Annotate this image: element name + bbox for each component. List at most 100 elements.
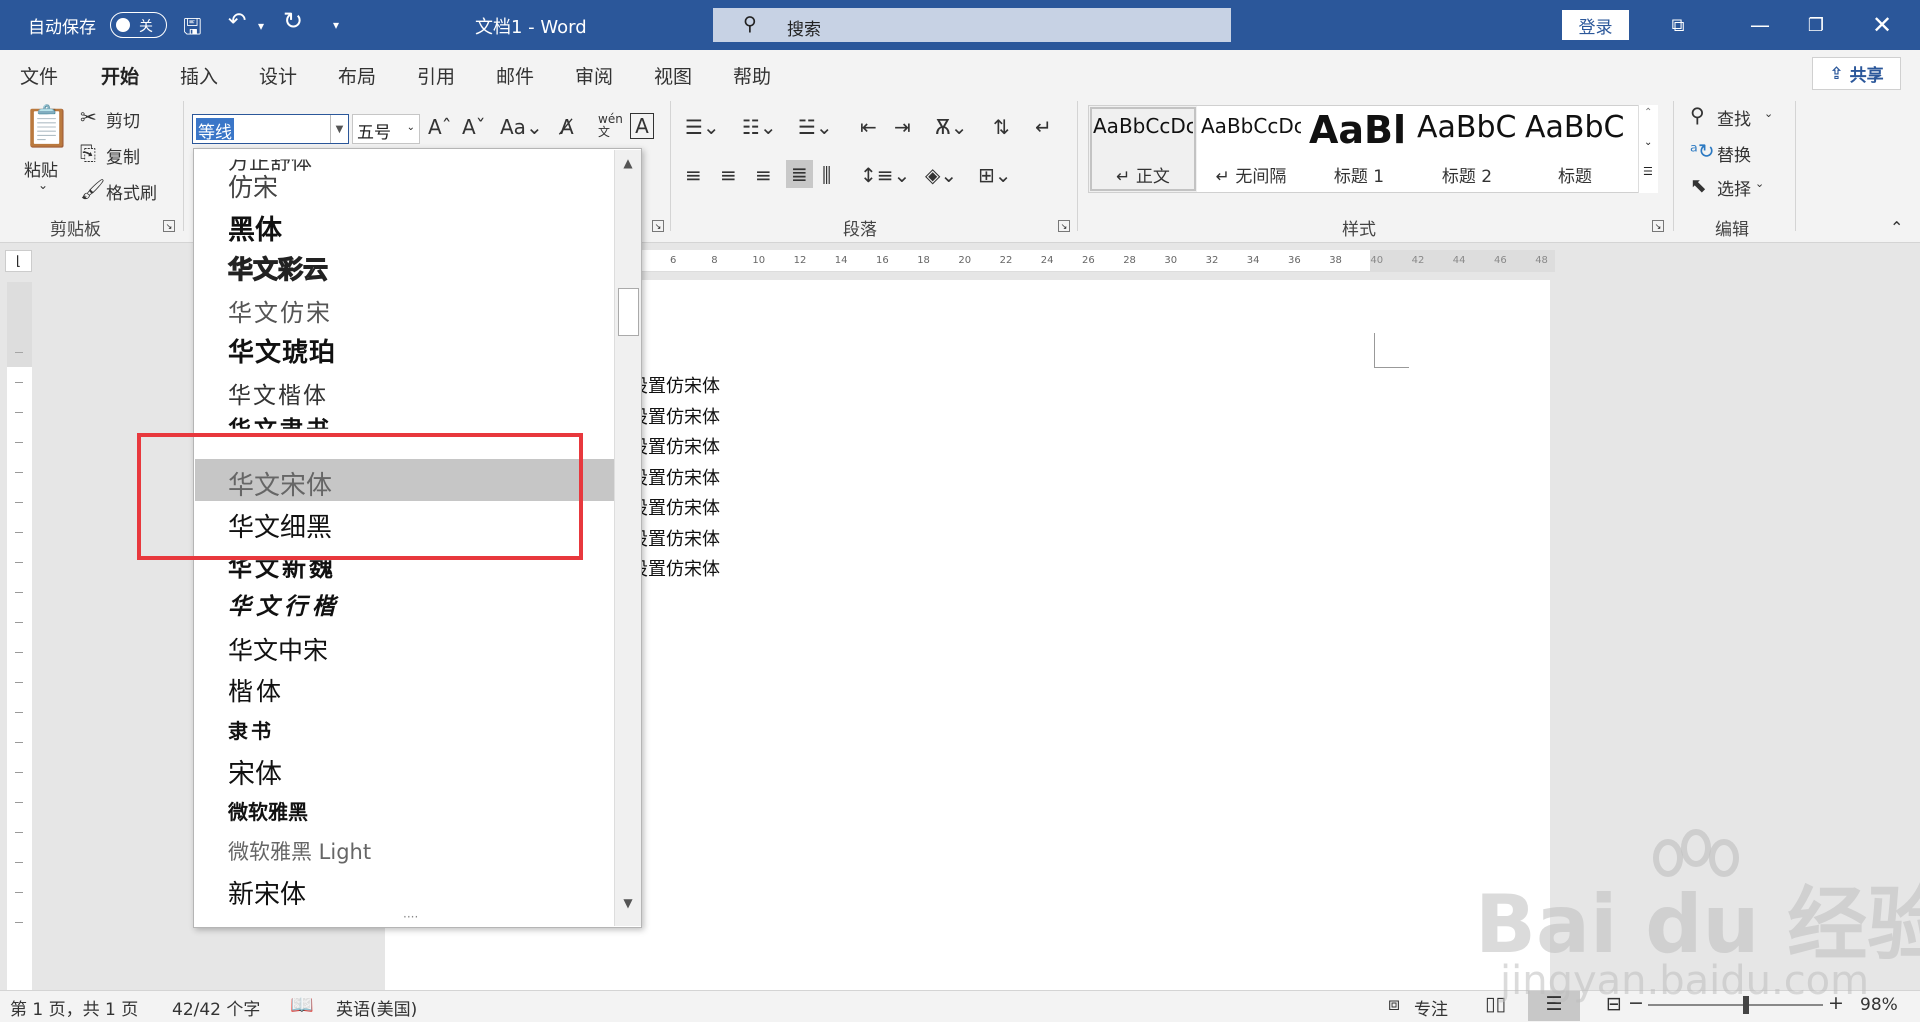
tab-review[interactable]: 审阅 [575,62,613,89]
tab-layout[interactable]: 布局 [338,62,376,89]
gallery-up-icon[interactable]: ⌃ [1644,107,1652,118]
save-icon[interactable]: 🖫 [183,10,202,48]
distributed-icon[interactable]: ⫼ [822,163,831,187]
tab-insert[interactable]: 插入 [180,62,218,89]
find-button[interactable]: 查找 [1717,105,1751,130]
grow-font-icon[interactable]: Aˆ [428,115,452,139]
font-item[interactable]: 华文仿宋 [228,293,332,328]
close-icon[interactable]: ✕ [1852,0,1912,50]
font-size-combobox[interactable]: 五号 ⌄ [352,114,420,144]
font-item[interactable]: 新宋体 [228,874,306,911]
font-name-combobox[interactable]: 等线 ▼ [192,114,349,144]
collapse-ribbon-icon[interactable]: ⌃ [1890,218,1903,237]
login-button[interactable]: 登录 [1562,10,1629,40]
copy-icon[interactable]: ⎘ [80,141,96,165]
scroll-up-icon[interactable]: ▲ [617,152,639,174]
gallery-down-icon[interactable]: ⌄ [1644,137,1652,148]
redo-icon[interactable]: ↻ [283,7,303,35]
shrink-font-icon[interactable]: Aˇ [462,115,486,139]
shading-icon[interactable]: ◈⌄ [925,163,957,187]
font-item[interactable]: 华文彩云 [227,250,328,286]
style-title[interactable]: AaBbC 标题 [1521,106,1629,192]
font-item[interactable]: 宋体 [228,752,282,791]
document-text-line[interactable]: 设置仿宋体 [630,525,720,551]
font-item[interactable]: 仿宋 [228,168,278,204]
cut-label[interactable]: 剪切 [106,107,140,132]
paragraph-launcher-icon[interactable]: ↘ [1058,220,1070,232]
font-launcher-icon[interactable]: ↘ [652,220,664,232]
document-text-line[interactable]: 设置仿宋体 [630,433,720,459]
style-heading-1[interactable]: AaBl 标题 1 [1305,106,1413,192]
format-painter-icon[interactable]: 🖌 [80,177,105,201]
document-text-line[interactable]: 设置仿宋体 [630,555,720,581]
phonetic-guide-icon[interactable]: wén 文 [598,113,623,139]
font-item[interactable]: 华文楷体 [228,376,328,410]
bullets-icon[interactable]: ☰⌄ [685,115,720,139]
font-item[interactable]: 楷体 [228,672,284,708]
font-item[interactable]: 微软雅黑 [228,796,308,825]
clear-formatting-icon[interactable]: A̸ [560,115,574,139]
font-item[interactable]: 微软雅黑 Light [228,836,371,866]
copy-label[interactable]: 复制 [106,143,140,168]
sort-icon[interactable]: ⇅ [993,115,1010,139]
character-border-icon[interactable]: A [630,113,654,139]
focus-icon[interactable]: ⧈ [1388,993,1400,1015]
find-icon[interactable]: ⚲ [1690,103,1705,127]
change-case-icon[interactable]: Aa⌄ [500,115,543,139]
customize-toolbar-icon[interactable]: ▾ [333,18,339,32]
font-item[interactable]: 黑体 [228,208,282,247]
clipboard-launcher-icon[interactable]: ↘ [163,220,175,232]
select-icon[interactable]: ⬉ [1690,173,1707,197]
undo-dropdown-icon[interactable]: ▾ [258,19,264,33]
tab-view[interactable]: 视图 [654,62,692,89]
tab-mailings[interactable]: 邮件 [496,62,534,89]
align-center-icon[interactable]: ≡ [720,163,737,187]
proofing-icon[interactable]: 📖 [290,993,314,1016]
focus-mode[interactable]: 专注 [1414,995,1448,1020]
font-item[interactable]: 华文行楷 [228,587,340,621]
tab-home[interactable]: 开始 [101,62,140,97]
format-painter-label[interactable]: 格式刷 [106,179,157,204]
replace-icon[interactable]: ᵃ↻ [1690,139,1715,163]
replace-button[interactable]: 替换 [1717,141,1751,166]
gallery-more-icon[interactable]: ☰ [1643,165,1653,178]
language[interactable]: 英语(美国) [336,995,417,1020]
scroll-thumb[interactable] [618,288,639,336]
cut-icon[interactable]: ✂ [80,105,97,129]
font-list-scrollbar[interactable]: ▲ ▼ [614,150,641,926]
tab-selector[interactable]: ⌊ [5,250,32,272]
tab-file[interactable]: 文件 [20,62,58,89]
document-text-line[interactable]: 设置仿宋体 [630,403,720,429]
increase-indent-icon[interactable]: ⇥ [894,115,911,139]
find-dropdown-icon[interactable]: ⌄ [1764,107,1773,120]
chinese-layout-icon[interactable]: Ѫ⌄ [935,115,968,139]
style-no-spacing[interactable]: AaBbCcDc ↵ 无间隔 [1197,106,1305,192]
tab-help[interactable]: 帮助 [733,62,771,89]
document-text-line[interactable]: 设置仿宋体 [630,372,720,398]
multilevel-list-icon[interactable]: ☱⌄ [798,115,833,139]
font-item[interactable]: 隶书 [228,715,274,744]
align-right-icon[interactable]: ≡ [755,163,772,187]
paste-icon[interactable]: 📋 [22,103,72,150]
tab-references[interactable]: 引用 [417,62,455,89]
tab-design[interactable]: 设计 [259,62,297,89]
undo-icon[interactable]: ↶ [228,9,246,34]
restore-icon[interactable]: ❐ [1786,0,1846,50]
word-count[interactable]: 42/42 个字 [172,995,260,1020]
scroll-down-icon[interactable]: ▼ [617,892,639,914]
document-text-line[interactable]: 设置仿宋体 [630,464,720,490]
page-count[interactable]: 第 1 页，共 1 页 [10,995,138,1020]
style-heading-2[interactable]: AaBbC 标题 2 [1413,106,1521,192]
line-spacing-icon[interactable]: ↕≡⌄ [860,163,910,187]
horizontal-ruler[interactable]: 6 8 10 12 14 16 18 20 22 24 26 28 30 32 34 36 38 40 42 44 46… [640,250,1555,272]
vertical-ruler[interactable] [7,282,32,994]
resize-grip-icon[interactable]: ···· [403,910,418,924]
justify-icon[interactable]: ≣ [786,160,813,188]
select-dropdown-icon[interactable]: ⌄ [1755,177,1764,190]
font-item[interactable]: 华文琥珀 [228,332,336,369]
show-marks-icon[interactable]: ↵ [1035,115,1052,139]
font-size-dropdown-icon[interactable]: ⌄ [407,122,415,133]
share-button[interactable]: ⇪ 共享 [1812,57,1901,90]
align-left-icon[interactable]: ≡ [685,163,702,187]
styles-gallery-scroll[interactable]: ⌃ ⌄ ☰ [1638,105,1658,193]
